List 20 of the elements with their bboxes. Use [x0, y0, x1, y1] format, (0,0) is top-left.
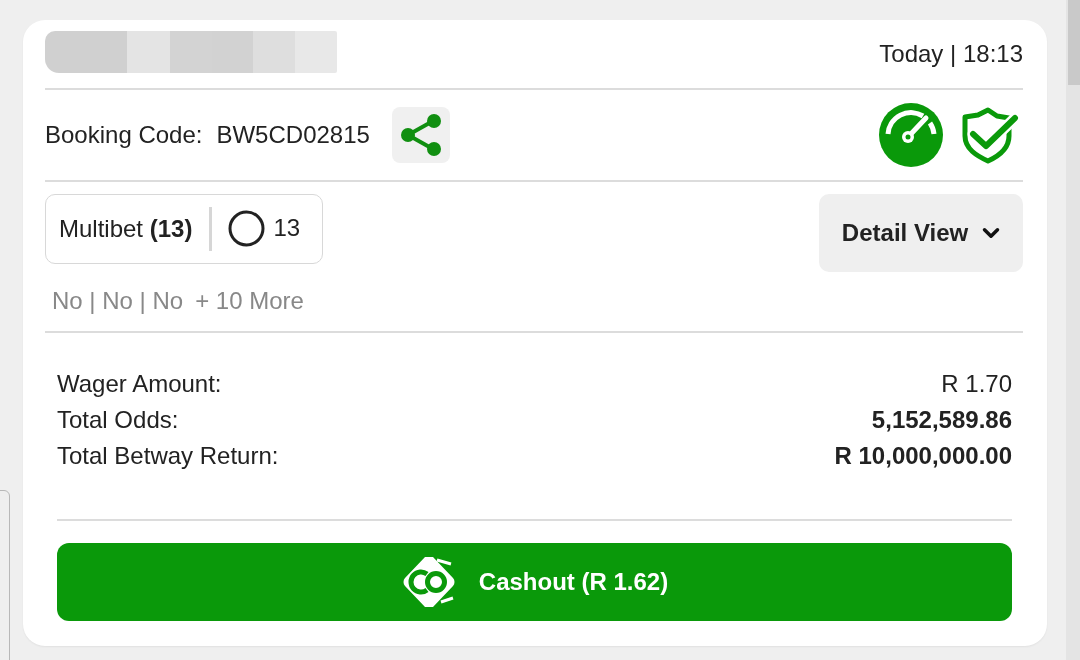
booking-code-label: Booking Code: — [45, 121, 203, 149]
bet-type-label: Multibet (13) — [59, 215, 193, 243]
scrollbar-thumb[interactable] — [1068, 0, 1080, 85]
booking-code: BW5CD02815 — [216, 121, 370, 149]
summary-value: R 1.70 — [941, 370, 1012, 398]
selection-picks: No | No | No — [52, 287, 184, 315]
speedometer-icon — [879, 103, 943, 167]
more-selections: + 10 More — [195, 287, 304, 315]
summary-value: R 10,000,000.00 — [834, 442, 1012, 470]
shield-check-icon — [961, 106, 1019, 164]
summary-value: 5,152,589.86 — [871, 406, 1012, 434]
summary-label: Wager Amount: — [57, 370, 222, 398]
open-count: 13 — [273, 214, 301, 242]
summary-label: Total Odds: — [57, 406, 179, 434]
summary-label: Total Betway Return: — [57, 442, 279, 470]
share-button[interactable] — [391, 107, 450, 163]
bet-timestamp: Today | 18:13 — [879, 40, 1023, 68]
circle-icon — [228, 209, 266, 247]
detail-view-button[interactable]: Detail View — [819, 194, 1023, 272]
cashout-button[interactable]: Cashout (R 1.62) — [57, 543, 1012, 621]
